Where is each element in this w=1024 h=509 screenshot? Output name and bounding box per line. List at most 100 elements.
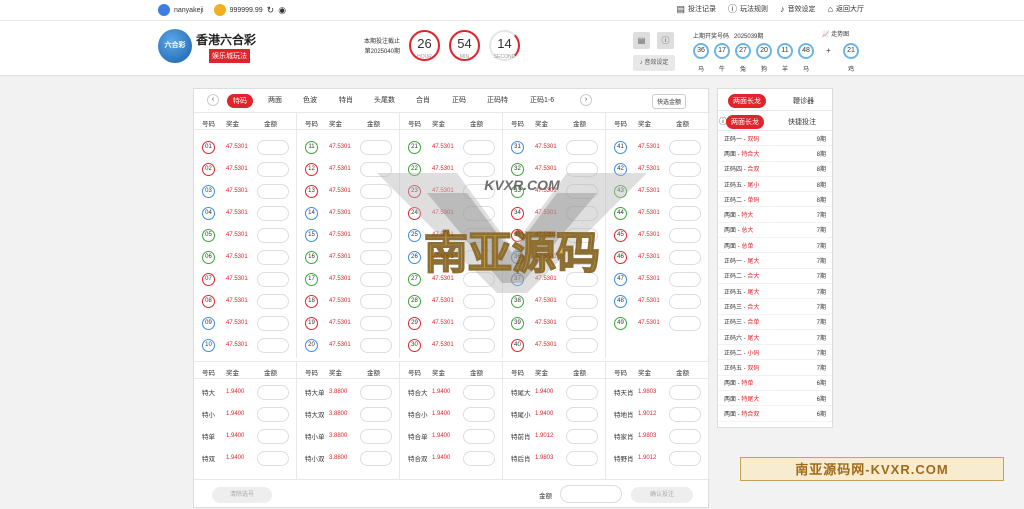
amount-input[interactable] — [257, 227, 289, 243]
amount-input[interactable] — [463, 315, 495, 331]
amount-input[interactable] — [360, 406, 392, 422]
amount-input[interactable] — [360, 315, 392, 331]
long-dragon-row[interactable]: 两面 - 总大 7期 — [718, 223, 832, 239]
special-row[interactable]: 特尾小 1.9400 — [503, 403, 605, 425]
number-row[interactable]: 15 47.5301 — [297, 224, 399, 246]
document-button[interactable]: ▤ — [633, 32, 650, 49]
number-row[interactable]: 46 47.5301 — [606, 246, 708, 268]
number-row[interactable]: 14 47.5301 — [297, 202, 399, 224]
sound-link[interactable]: ♪ 音效设定 — [780, 4, 816, 14]
amount-input[interactable] — [463, 183, 495, 199]
special-row[interactable]: 特家肖 1.9803 — [606, 425, 708, 447]
special-label[interactable]: 特合双 — [408, 453, 428, 463]
subtab-quick-bet[interactable]: 快捷投注 — [788, 117, 816, 127]
number-ball[interactable]: 07 — [202, 272, 215, 286]
special-label[interactable]: 特大 — [202, 387, 215, 397]
amount-input[interactable] — [566, 249, 598, 265]
amount-input[interactable] — [360, 293, 392, 309]
amount-input[interactable] — [566, 205, 598, 221]
long-dragon-row[interactable]: 正码一 - 双码 9期 — [718, 131, 832, 147]
amount-input[interactable] — [257, 249, 289, 265]
rules-link[interactable]: ⓘ 玩法规则 — [728, 4, 768, 14]
number-ball[interactable]: 04 — [202, 206, 215, 220]
number-ball[interactable]: 40 — [511, 338, 524, 352]
number-ball[interactable]: 20 — [305, 338, 318, 352]
amount-input[interactable] — [669, 293, 701, 309]
number-row[interactable]: 16 47.5301 — [297, 246, 399, 268]
long-dragon-row[interactable]: 两面 - 特合大 8期 — [718, 146, 832, 162]
special-row[interactable]: 特大 1.9400 — [194, 381, 296, 403]
amount-input[interactable] — [463, 271, 495, 287]
amount-input[interactable] — [463, 428, 495, 444]
special-label[interactable]: 特大双 — [305, 409, 325, 419]
amount-input[interactable] — [669, 249, 701, 265]
amount-input[interactable] — [669, 139, 701, 155]
amount-input[interactable] — [257, 406, 289, 422]
number-ball[interactable]: 41 — [614, 140, 627, 154]
number-row[interactable]: 29 47.5301 — [400, 312, 502, 334]
amount-input[interactable] — [566, 337, 598, 353]
number-ball[interactable]: 27 — [408, 272, 421, 286]
number-ball[interactable]: 36 — [511, 250, 524, 264]
number-row[interactable]: 05 47.5301 — [194, 224, 296, 246]
amount-input[interactable] — [463, 227, 495, 243]
amount-input[interactable] — [360, 139, 392, 155]
number-row[interactable]: 32 47.5301 — [503, 158, 605, 180]
special-label[interactable]: 特双 — [202, 453, 215, 463]
special-label[interactable]: 特合小 — [408, 409, 428, 419]
special-row[interactable]: 特单 1.9400 — [194, 425, 296, 447]
number-row[interactable]: 31 47.5301 — [503, 136, 605, 158]
number-ball[interactable]: 12 — [305, 162, 318, 176]
number-ball[interactable]: 25 — [408, 228, 421, 242]
amount-input[interactable] — [257, 337, 289, 353]
number-ball[interactable]: 23 — [408, 184, 421, 198]
number-ball[interactable]: 14 — [305, 206, 318, 220]
special-label[interactable]: 特尾小 — [511, 409, 531, 419]
number-row[interactable]: 33 47.5301 — [503, 180, 605, 202]
amount-input[interactable] — [566, 183, 598, 199]
amount-input[interactable] — [669, 227, 701, 243]
number-row[interactable]: 24 47.5301 — [400, 202, 502, 224]
tab-3[interactable]: 特肖 — [339, 95, 353, 105]
special-label[interactable]: 特地肖 — [614, 409, 634, 419]
number-row[interactable]: 01 47.5301 — [194, 136, 296, 158]
number-ball[interactable]: 08 — [202, 294, 215, 308]
number-ball[interactable]: 03 — [202, 184, 215, 198]
number-ball[interactable]: 13 — [305, 184, 318, 198]
amount-input[interactable] — [566, 161, 598, 177]
number-ball[interactable]: 01 — [202, 140, 215, 154]
number-row[interactable]: 23 47.5301 — [400, 180, 502, 202]
info-button[interactable]: ⓘ — [657, 32, 674, 49]
amount-input[interactable] — [257, 271, 289, 287]
number-row[interactable]: 49 47.5301 — [606, 312, 708, 334]
special-row[interactable]: 特合单 1.9400 — [400, 425, 502, 447]
number-ball[interactable]: 31 — [511, 140, 524, 154]
number-ball[interactable]: 35 — [511, 228, 524, 242]
long-dragon-row[interactable]: 正码五 - 尾小 8期 — [718, 177, 832, 193]
amount-input[interactable] — [566, 450, 598, 466]
amount-input[interactable] — [669, 315, 701, 331]
amount-input[interactable] — [257, 428, 289, 444]
long-dragon-row[interactable]: 两面 - 特大 7期 — [718, 207, 832, 223]
long-dragon-row[interactable]: 正码二 - 小码 7期 — [718, 345, 832, 361]
tab-4[interactable]: 头尾数 — [374, 95, 395, 105]
long-dragon-row[interactable]: 正码五 - 双码 7期 — [718, 360, 832, 376]
amount-input[interactable] — [566, 139, 598, 155]
bet-record-link[interactable]: ▤ 投注记录 — [677, 4, 717, 14]
amount-input[interactable] — [360, 337, 392, 353]
special-row[interactable]: 特尾大 1.9400 — [503, 381, 605, 403]
amount-input[interactable] — [257, 384, 289, 400]
amount-input[interactable] — [669, 161, 701, 177]
number-row[interactable]: 28 47.5301 — [400, 290, 502, 312]
special-label[interactable]: 特合单 — [408, 431, 428, 441]
number-ball[interactable]: 43 — [614, 184, 627, 198]
number-row[interactable]: 41 47.5301 — [606, 136, 708, 158]
tab-6[interactable]: 正码 — [452, 95, 466, 105]
number-row[interactable]: 22 47.5301 — [400, 158, 502, 180]
tab-0[interactable]: 特码 — [227, 94, 253, 108]
tab-8[interactable]: 正码1-6 — [530, 95, 554, 105]
amount-input[interactable] — [669, 406, 701, 422]
number-row[interactable]: 13 47.5301 — [297, 180, 399, 202]
number-row[interactable]: 27 47.5301 — [400, 268, 502, 290]
special-label[interactable]: 特天肖 — [614, 387, 634, 397]
